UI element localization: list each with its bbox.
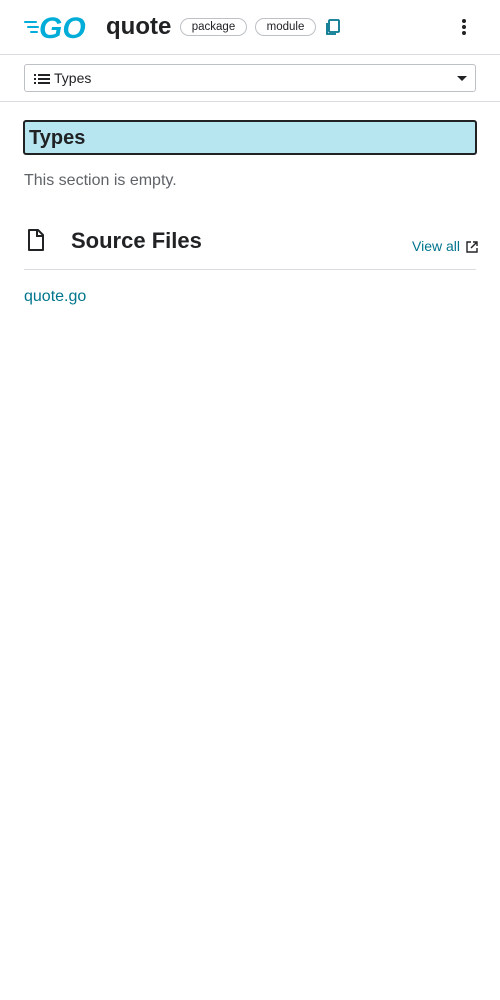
external-link-icon[interactable] <box>466 241 478 253</box>
source-files-title: Source Files <box>71 228 202 253</box>
view-all-link[interactable]: View all <box>412 238 460 254</box>
types-heading[interactable]: Types <box>23 120 477 155</box>
package-badge: package <box>180 18 247 36</box>
caret-down-icon <box>457 76 467 81</box>
more-vert-icon[interactable] <box>454 17 474 37</box>
select-value: Types <box>54 70 92 86</box>
go-logo-text: GO <box>39 12 86 42</box>
section-select[interactable]: Types <box>24 64 476 92</box>
jump-nav: Types <box>0 55 500 102</box>
source-file-link[interactable]: quote.go <box>24 288 86 306</box>
module-badge: module <box>255 18 316 36</box>
types-heading-label: Types <box>29 127 86 149</box>
go-logo[interactable]: GO <box>24 12 98 42</box>
empty-section-message: This section is empty. <box>24 172 177 189</box>
list-icon <box>34 74 50 84</box>
page-header: GO quote package module <box>0 0 500 55</box>
section-divider <box>24 269 476 270</box>
file-icon <box>28 229 44 251</box>
copy-icon[interactable] <box>324 17 342 37</box>
package-title: quote <box>106 13 172 40</box>
